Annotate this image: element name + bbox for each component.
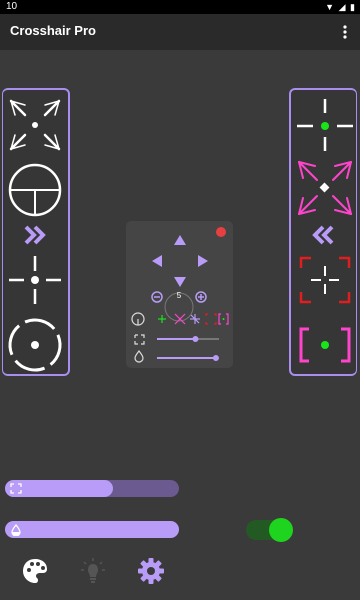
expand-icon	[134, 334, 145, 345]
x-cross-crosshair[interactable]	[3, 95, 67, 155]
bottom-opacity-slider-fill	[5, 521, 179, 538]
magenta-bracket-style-option[interactable]	[218, 313, 229, 325]
green-dot-cross-icon	[297, 99, 353, 151]
app-title: Crosshair Pro	[10, 23, 96, 38]
left-crosshair-panel	[2, 88, 70, 376]
wifi-icon: ▼	[325, 2, 336, 12]
expand-icon	[10, 483, 22, 494]
scope-style-option[interactable]	[131, 312, 145, 326]
bottom-size-slider[interactable]	[5, 480, 179, 497]
green-dot-cross-crosshair[interactable]	[291, 95, 355, 155]
palette-button[interactable]	[20, 556, 50, 586]
circle-dot-icon	[8, 318, 62, 372]
x-cross-icon	[9, 99, 61, 151]
status-time: 10	[6, 1, 18, 12]
toggle-thumb	[269, 518, 293, 542]
size-value: 5	[176, 291, 182, 300]
magenta-bracket-dot-icon	[299, 327, 351, 363]
more-vert-icon[interactable]	[342, 23, 348, 41]
magenta-bracket-dot-crosshair[interactable]	[291, 315, 355, 375]
arrow-up-button[interactable]	[174, 235, 186, 245]
signal-icon: ◢	[338, 2, 347, 12]
pink-x-icon	[298, 161, 352, 215]
gear-icon	[138, 558, 164, 584]
purple-star-style-option[interactable]	[190, 314, 200, 324]
bulb-button[interactable]	[78, 556, 108, 586]
right-crosshair-panel	[289, 88, 357, 376]
red-bracket-icon	[299, 256, 351, 304]
battery-icon: ▮	[350, 2, 356, 12]
scope-icon	[8, 163, 62, 217]
size-slider-fill	[157, 338, 196, 340]
opacity-icon	[134, 350, 144, 363]
app-bar: Crosshair Pro	[0, 14, 360, 50]
opacity-slider-fill	[157, 357, 216, 359]
opacity-slider-thumb[interactable]	[212, 355, 219, 361]
pink-x-style-option[interactable]	[174, 313, 186, 325]
style-row	[131, 312, 229, 326]
status-bar: 10 ▼ ◢ ▮	[0, 0, 360, 14]
plus-button[interactable]	[195, 291, 207, 303]
palette-icon	[23, 559, 47, 583]
arrow-down-button[interactable]	[174, 277, 186, 287]
settings-button[interactable]	[136, 556, 166, 586]
size-slider-thumb[interactable]	[192, 336, 199, 342]
green-cross-style-option[interactable]	[158, 315, 166, 323]
scope-crosshair[interactable]	[3, 160, 67, 220]
red-dot-close[interactable]	[216, 227, 226, 237]
circle-dot-crosshair[interactable]	[3, 315, 67, 375]
bottom-opacity-slider[interactable]	[5, 521, 179, 538]
bulb-icon	[81, 558, 105, 583]
control-card: 5	[126, 221, 233, 368]
chevron-right-arrow[interactable]	[3, 224, 67, 246]
minus-button[interactable]	[151, 291, 163, 303]
chevron-right-icon	[24, 225, 46, 245]
status-icons: ▼ ◢ ▮	[325, 1, 356, 13]
arrow-left-button[interactable]	[152, 255, 162, 267]
arrow-right-button[interactable]	[198, 255, 208, 267]
pink-x-crosshair[interactable]	[291, 158, 355, 218]
red-bracket-style-option[interactable]	[205, 313, 217, 325]
dot-cross-crosshair[interactable]	[3, 250, 67, 310]
red-bracket-crosshair[interactable]	[291, 250, 355, 310]
dot-cross-icon	[9, 256, 61, 304]
chevron-left-arrow[interactable]	[291, 224, 355, 246]
opacity-icon	[11, 524, 21, 536]
chevron-left-icon	[312, 225, 334, 245]
visibility-toggle[interactable]	[246, 518, 294, 542]
